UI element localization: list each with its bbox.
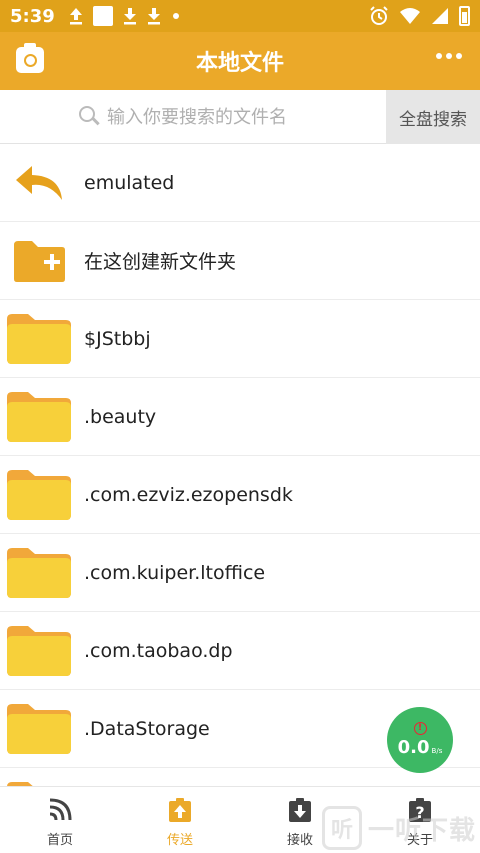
status-time: 5:39 (10, 5, 55, 27)
back-label: emulated (84, 171, 175, 194)
receive-icon (289, 798, 311, 822)
speed-value: 0.0 (397, 737, 430, 758)
back-row[interactable]: emulated (0, 144, 480, 222)
title-bar: 本地文件 (0, 32, 480, 90)
nav-item-home[interactable]: 首页 (0, 787, 120, 853)
folder-label: .beauty (84, 405, 157, 428)
search-icon (79, 106, 101, 128)
watermark-text: 一听下载 (368, 815, 477, 846)
speed-unit: B/s (431, 747, 443, 755)
back-arrow-icon (16, 166, 62, 200)
alert-icon: ! (413, 722, 427, 735)
list-item[interactable]: $JStbbj (0, 300, 480, 378)
dot-icon (172, 13, 179, 19)
page-title: 本地文件 (195, 51, 284, 76)
alarm-icon (370, 6, 388, 25)
folder-icon (7, 314, 71, 364)
folder-icon (7, 704, 71, 754)
new-folder-icon (14, 241, 65, 282)
folder-label: .com.ezviz.ezopensdk (84, 483, 293, 506)
list-item[interactable]: .beauty (0, 378, 480, 456)
new-folder-row[interactable]: 在这创建新文件夹 (0, 222, 480, 300)
watermark-logo: 听 (322, 806, 362, 850)
list-item[interactable]: .com.taobao.dp (0, 612, 480, 690)
wifi-icon (400, 8, 420, 24)
download-icon (123, 8, 136, 25)
list-item[interactable]: .com.ezviz.ezopensdk (0, 456, 480, 534)
search-all-button[interactable]: 全盘搜索 (386, 90, 480, 144)
speed-bubble[interactable]: ! 0.0 B/s (387, 707, 453, 773)
new-folder-label: 在这创建新文件夹 (84, 251, 237, 273)
nav-label: 接收 (286, 833, 313, 848)
search-input[interactable] (107, 106, 307, 128)
folder-label: .com.kuiper.ltoffice (84, 561, 266, 584)
folder-label: .com.taobao.dp (84, 639, 233, 662)
image-icon (92, 6, 113, 26)
file-list: emulated 在这创建新文件夹 $JStbbj .beauty .com.e… (0, 144, 480, 786)
list-item[interactable]: .com.kuiper.ltoffice (0, 534, 480, 612)
nav-label: 传送 (166, 833, 193, 848)
search-bar: 全盘搜索 (0, 90, 480, 144)
more-icon[interactable] (436, 53, 462, 59)
folder-icon (7, 392, 71, 442)
watermark: 听 一听下载 (322, 806, 476, 850)
status-icons-right (369, 6, 470, 26)
status-bar: 5:39 (0, 0, 480, 32)
folder-icon (7, 626, 71, 676)
camera-icon[interactable] (16, 43, 44, 73)
signal-icon (432, 8, 448, 24)
send-icon (169, 798, 191, 822)
battery-icon (459, 6, 470, 26)
nav-item-send[interactable]: 传送 (120, 787, 240, 853)
search-area (0, 90, 386, 144)
wifi-signal-icon (49, 798, 72, 821)
folder-icon (7, 470, 71, 520)
nav-label: 首页 (46, 833, 73, 848)
folder-label: .DataStorage (84, 717, 210, 740)
download-icon (147, 8, 160, 25)
folder-label: $JStbbj (84, 327, 151, 350)
folder-icon (7, 548, 71, 598)
upload-icon (69, 8, 82, 25)
status-icons-left (69, 6, 181, 26)
